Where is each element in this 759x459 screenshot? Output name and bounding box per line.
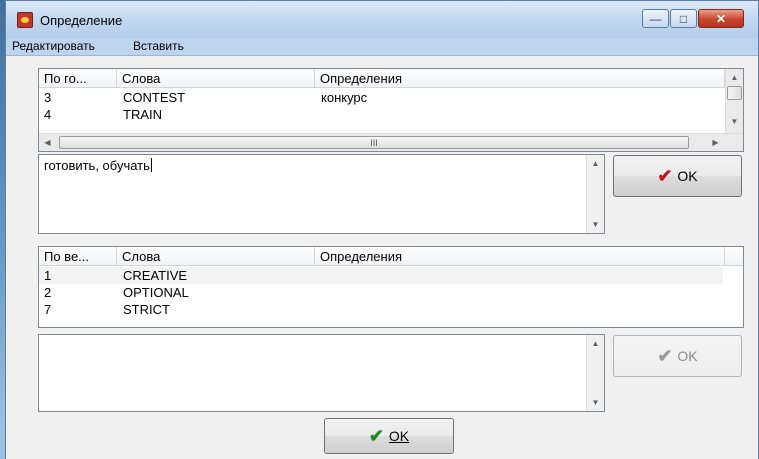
column-header-words[interactable]: Слова [117, 247, 315, 266]
menu-insert[interactable]: Вставить [133, 39, 184, 53]
maximize-icon: □ [679, 11, 688, 26]
scroll-down-icon[interactable]: ▼ [587, 216, 604, 233]
bottom-ok-label: OK [677, 348, 698, 364]
minimize-button[interactable]: — [642, 9, 669, 28]
scroll-down-icon[interactable]: ▼ [587, 394, 604, 411]
table-row-word[interactable]: CONTEST [123, 90, 185, 105]
main-ok-button[interactable]: ✔ OK [324, 418, 454, 454]
table-row-num[interactable]: 7 [44, 302, 51, 317]
table-row-word[interactable]: OPTIONAL [123, 285, 189, 300]
title-bar[interactable]: Определение — □ ✕ [6, 1, 758, 38]
column-header-order[interactable]: По ве... [39, 247, 117, 266]
grey-check-icon: ✔ [657, 346, 673, 366]
top-list-horizontal-scrollbar[interactable]: ◀ III ▶ [39, 133, 743, 151]
column-header-definitions[interactable]: Определения [315, 247, 725, 266]
top-ok-label: OK [677, 168, 698, 184]
window-title: Определение [40, 13, 123, 28]
top-list-vertical-scrollbar[interactable]: ▲ ▼ [725, 69, 743, 133]
table-row-definition[interactable]: конкурс [321, 90, 367, 105]
bottom-list-header: По ве... Слова Определения [39, 247, 743, 266]
scroll-up-icon[interactable]: ▲ [587, 335, 604, 352]
scroll-thumb[interactable] [727, 86, 742, 100]
text-caret [150, 158, 152, 172]
dialog-window: Определение — □ ✕ Редактировать Вставить… [5, 0, 759, 459]
bottom-ok-button[interactable]: ✔ OK [613, 335, 742, 377]
top-ok-button[interactable]: ✔ OK [613, 155, 742, 197]
scroll-down-icon[interactable]: ▼ [726, 113, 743, 130]
menu-bar: Редактировать Вставить [6, 38, 758, 55]
app-icon[interactable] [17, 12, 33, 28]
close-button[interactable]: ✕ [698, 9, 744, 28]
definition-value: готовить, обучать [44, 158, 150, 173]
main-ok-label: OK [388, 428, 410, 444]
dialog-client-area: По го... Слова Определения 3 CONTEST кон… [6, 55, 758, 459]
bottom-word-list[interactable]: По ве... Слова Определения 1 CREATIVE 2 … [38, 246, 744, 328]
table-row-num[interactable]: 4 [44, 107, 51, 122]
top-list-header: По го... Слова Определения [39, 69, 743, 88]
column-header-order[interactable]: По го... [39, 69, 117, 88]
top-definition-text: готовить, обучать [44, 158, 152, 173]
table-row-word[interactable]: CREATIVE [123, 268, 187, 283]
close-icon: ✕ [715, 11, 727, 26]
table-row-num[interactable]: 2 [44, 285, 51, 300]
column-header-words[interactable]: Слова [117, 69, 315, 88]
bottom-editor-scrollbar[interactable]: ▲ ▼ [586, 335, 604, 411]
scroll-left-icon[interactable]: ◀ [39, 134, 56, 151]
top-word-list[interactable]: По го... Слова Определения 3 CONTEST кон… [38, 68, 744, 152]
red-check-icon: ✔ [657, 166, 673, 186]
top-definition-editor[interactable]: готовить, обучать ▲ ▼ [38, 154, 605, 234]
column-header-definitions[interactable]: Определения [315, 69, 725, 88]
table-row-word[interactable]: STRICT [123, 302, 170, 317]
scroll-up-icon[interactable]: ▲ [726, 69, 743, 86]
table-row-num[interactable]: 1 [44, 268, 51, 283]
green-check-icon: ✔ [368, 426, 384, 446]
bottom-definition-editor[interactable]: ▲ ▼ [38, 334, 605, 412]
table-row-word[interactable]: TRAIN [123, 107, 162, 122]
menu-edit[interactable]: Редактировать [12, 39, 95, 53]
horizontal-scroll-thumb[interactable]: III [59, 136, 689, 149]
top-editor-scrollbar[interactable]: ▲ ▼ [586, 155, 604, 233]
minimize-icon: — [649, 11, 662, 26]
maximize-button[interactable]: □ [670, 9, 697, 28]
scroll-up-icon[interactable]: ▲ [587, 155, 604, 172]
table-row-num[interactable]: 3 [44, 90, 51, 105]
scroll-right-icon[interactable]: ▶ [707, 134, 724, 151]
